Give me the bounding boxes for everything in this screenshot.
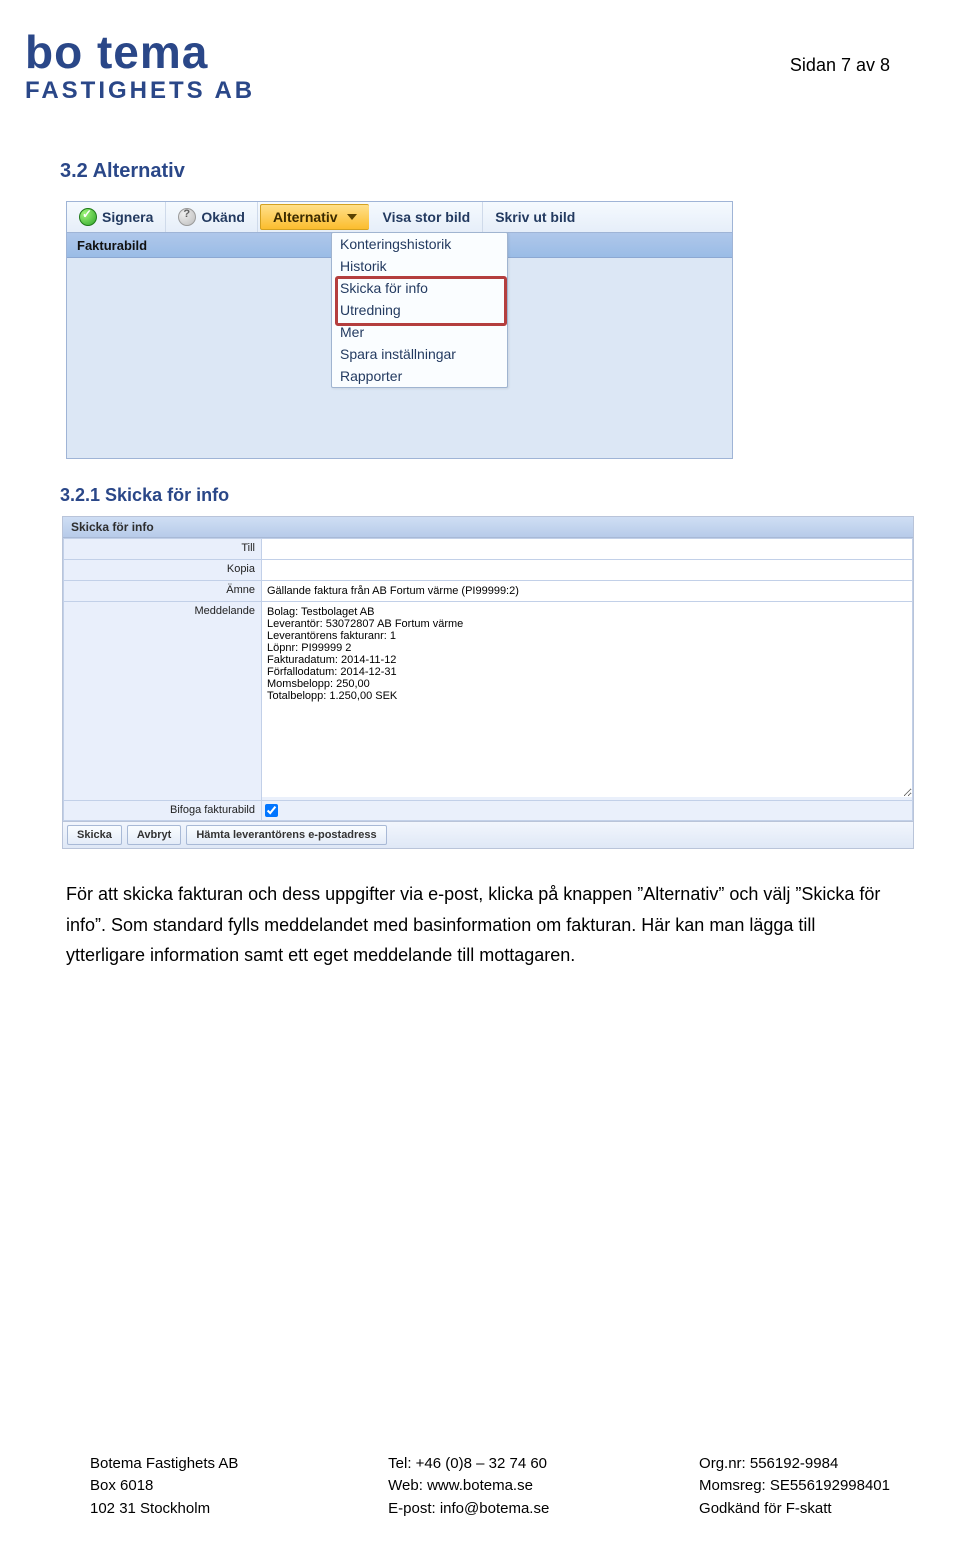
- label-meddelande: Meddelande: [64, 602, 262, 801]
- label-amne: Ämne: [64, 581, 262, 602]
- logo: bo tema FASTIGHETS AB: [25, 25, 255, 105]
- okand-label: Okänd: [201, 209, 245, 225]
- check-circle-icon: [79, 208, 97, 226]
- avbryt-button[interactable]: Avbryt: [127, 825, 181, 845]
- okand-button[interactable]: Okänd: [166, 202, 258, 232]
- alternativ-dropdown: Konteringshistorik Historik Skicka för i…: [331, 232, 508, 388]
- form-table: Till Kopia Ämne Meddelande Bifoga faktur…: [63, 538, 913, 821]
- body-paragraph: För att skicka fakturan och dess uppgift…: [66, 879, 894, 971]
- input-kopia[interactable]: [262, 560, 912, 580]
- skriv-ut-bild-label: Skriv ut bild: [495, 209, 575, 225]
- dropdown-mer[interactable]: Mer: [332, 321, 507, 343]
- dropdown-spara-installningar[interactable]: Spara inställningar: [332, 343, 507, 365]
- dropdown-rapporter[interactable]: Rapporter: [332, 365, 507, 387]
- logo-line1: bo tema: [25, 25, 255, 79]
- footer-col3: Org.nr: 556192-9984 Momsreg: SE556192998…: [699, 1453, 890, 1521]
- dropdown-konteringshistorik[interactable]: Konteringshistorik: [332, 233, 507, 255]
- alternativ-button[interactable]: Alternativ: [260, 204, 369, 230]
- visa-stor-bild-button[interactable]: Visa stor bild: [371, 202, 484, 232]
- logo-line2: FASTIGHETS AB: [25, 77, 255, 105]
- signera-button[interactable]: Signera: [67, 202, 166, 232]
- dropdown-utredning[interactable]: Utredning: [332, 299, 507, 321]
- footer-col2: Tel: +46 (0)8 – 32 74 60 Web: www.botema…: [388, 1453, 549, 1521]
- textarea-meddelande[interactable]: [262, 602, 912, 797]
- screenshot-toolbar: Signera Okänd Alternativ Visa stor bild …: [66, 201, 733, 459]
- visa-stor-bild-label: Visa stor bild: [383, 209, 471, 225]
- section-heading: 3.2 Alternativ: [60, 160, 900, 183]
- signera-label: Signera: [102, 209, 153, 225]
- chevron-down-icon: [347, 214, 357, 220]
- form-button-bar: Skicka Avbryt Hämta leverantörens e-post…: [63, 821, 913, 848]
- toolbar: Signera Okänd Alternativ Visa stor bild …: [67, 202, 732, 233]
- checkbox-bifoga[interactable]: [265, 804, 278, 817]
- page-number: Sidan 7 av 8: [790, 55, 890, 76]
- form-panel-title: Skicka för info: [63, 517, 913, 538]
- alternativ-label: Alternativ: [273, 209, 338, 225]
- footer: Botema Fastighets AB Box 6018 102 31 Sto…: [90, 1453, 890, 1521]
- skicka-button[interactable]: Skicka: [67, 825, 122, 845]
- subsection-heading: 3.2.1 Skicka för info: [60, 485, 900, 506]
- dropdown-historik[interactable]: Historik: [332, 255, 507, 277]
- label-bifoga: Bifoga fakturabild: [64, 801, 262, 821]
- dropdown-skicka-for-info[interactable]: Skicka för info: [332, 277, 507, 299]
- screenshot-form: Skicka för info Till Kopia Ämne Meddelan…: [62, 516, 914, 849]
- question-circle-icon: [178, 208, 196, 226]
- input-amne[interactable]: [262, 581, 912, 601]
- label-till: Till: [64, 539, 262, 560]
- footer-col1: Botema Fastighets AB Box 6018 102 31 Sto…: [90, 1453, 238, 1521]
- input-till[interactable]: [262, 539, 912, 559]
- hamta-epost-button[interactable]: Hämta leverantörens e-postadress: [186, 825, 386, 845]
- skriv-ut-bild-button[interactable]: Skriv ut bild: [483, 202, 587, 232]
- label-kopia: Kopia: [64, 560, 262, 581]
